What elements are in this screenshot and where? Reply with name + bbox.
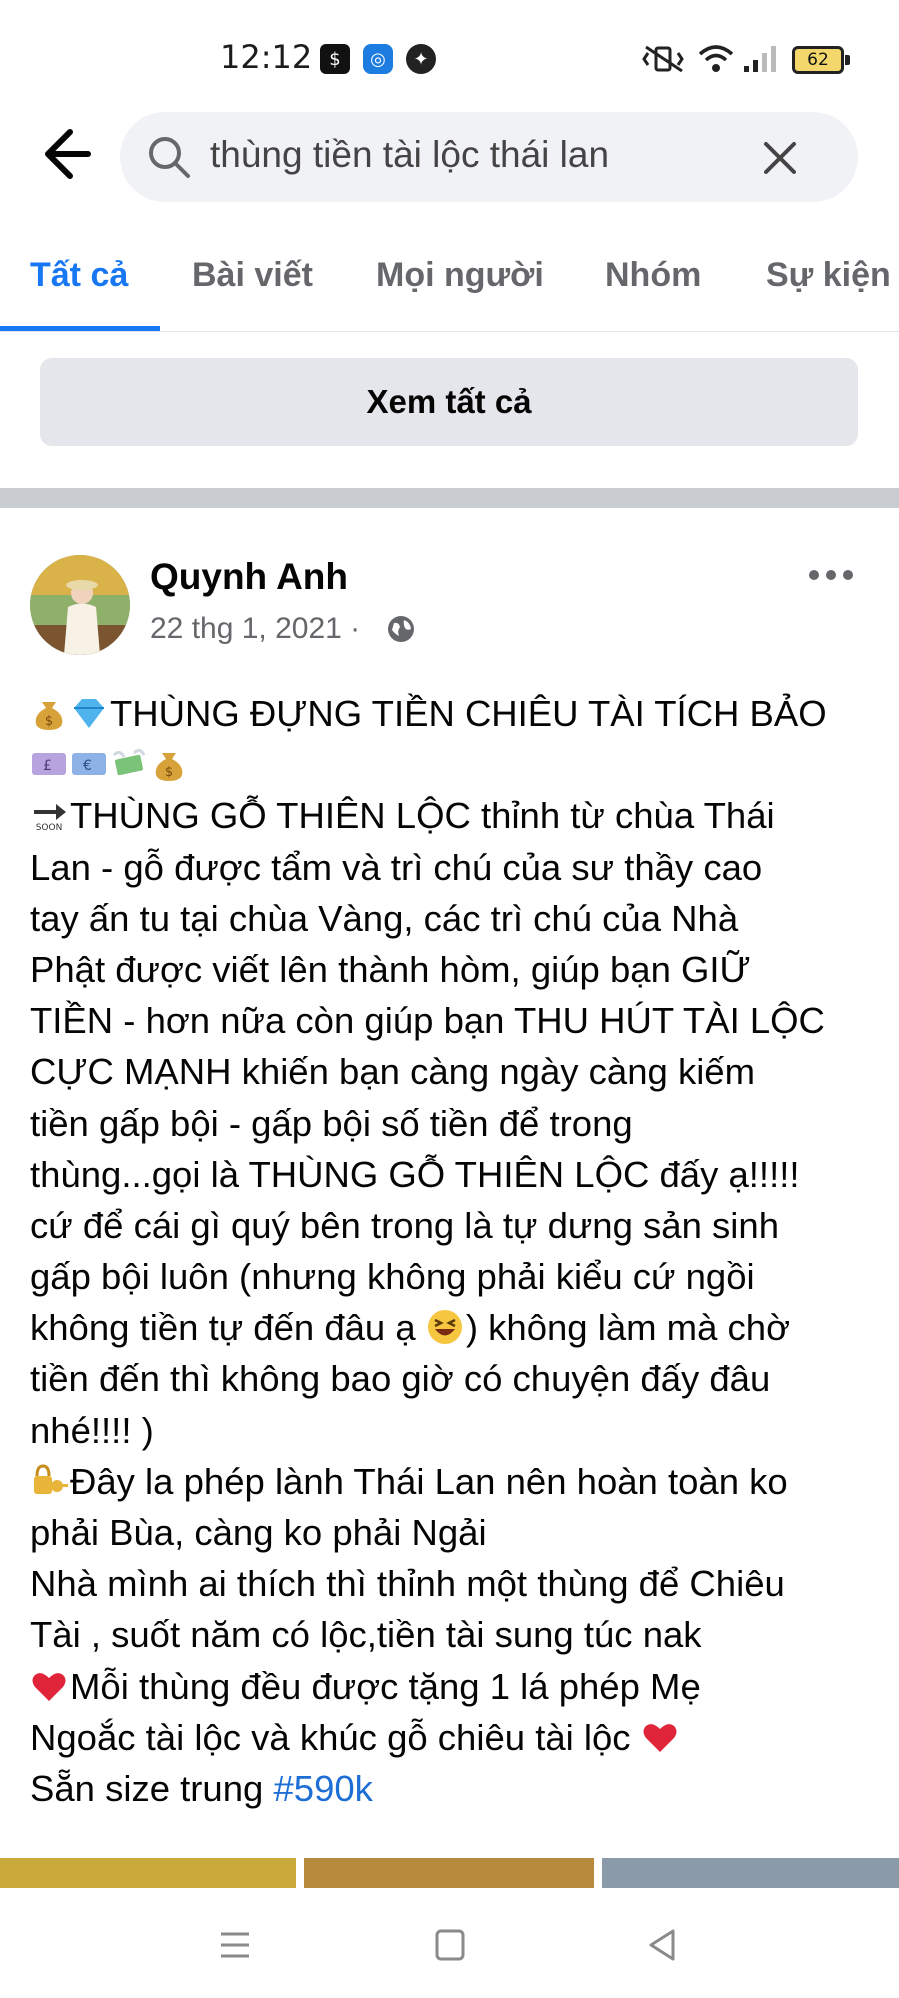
post-line: Đây la phép lành Thái Lan nên hoàn toàn …: [30, 1456, 880, 1507]
back-triangle-icon: [649, 1929, 675, 1961]
tab-groups[interactable]: Nhóm: [605, 256, 701, 295]
system-back-button[interactable]: [633, 1920, 693, 1970]
post-line: không tiền tự đến đâu ạ ) không làm mà c…: [30, 1307, 791, 1349]
back-arrow-icon: [45, 129, 91, 179]
svg-text:£: £: [43, 758, 52, 774]
money-bag-icon: $: [155, 753, 183, 782]
post-line: Sẵn size trung #590k: [30, 1767, 373, 1809]
tab-all[interactable]: Tất cả: [30, 256, 128, 295]
post-body: $ THÙNG ĐỰNG TIỀN CHIÊU TÀI TÍCH BẢO £ € $ …: [30, 688, 880, 1814]
red-heart-icon: [643, 1723, 677, 1752]
menu-icon: [221, 1932, 249, 1958]
wifi-icon: [698, 45, 734, 72]
post-line: TIỀN - hơn nữa còn giúp bạn THU HÚT TÀI …: [30, 1000, 825, 1042]
avatar-image: [30, 555, 130, 655]
battery-indicator: 62: [792, 46, 850, 74]
post-line: cứ để cái gì quý bên trong là tự dưng sả…: [30, 1204, 779, 1246]
post-line: $ THÙNG ĐỰNG TIỀN CHIÊU TÀI TÍCH BẢO: [30, 688, 880, 739]
globe-icon: [388, 616, 414, 642]
post-line: £ € $: [30, 739, 880, 790]
post-photo-2[interactable]: [304, 1858, 594, 1888]
status-time: 12:12: [220, 38, 313, 76]
svg-text:SOON: SOON: [36, 823, 63, 833]
see-all-button[interactable]: Xem tất cả: [40, 358, 858, 446]
post-line: SOON THÙNG GỖ THIÊN LỘC thỉnh từ chùa Thá…: [30, 790, 880, 841]
back-button[interactable]: [24, 118, 96, 190]
avatar[interactable]: [30, 555, 130, 655]
post-line: CỰC MẠNH khiến bạn càng ngày càng kiếm: [30, 1051, 756, 1093]
search-icon: [149, 137, 190, 178]
post-line: phải Bùa, càng ko phải Ngải: [30, 1512, 487, 1553]
vibrate-icon: [642, 45, 684, 73]
home-icon: [435, 1929, 465, 1961]
post-line: tiền đến thì không bao giờ có chuyện đấy…: [30, 1358, 771, 1400]
post-line: tiền gấp bội - gấp bội số tiền để trong: [30, 1102, 633, 1144]
home-button[interactable]: [420, 1920, 480, 1970]
tabs-divider: [0, 331, 899, 332]
gem-icon: [74, 699, 104, 728]
svg-text:€: €: [83, 758, 92, 774]
post-line: Lan - gỗ được tẩm và trì chú của sư thầy…: [30, 846, 763, 888]
key-lock-icon: [34, 1464, 68, 1494]
svg-text:$: $: [45, 714, 53, 729]
tab-events[interactable]: Sự kiện: [766, 256, 891, 295]
clear-search-button[interactable]: [750, 128, 810, 188]
tab-posts[interactable]: Bài viết: [192, 256, 313, 295]
money-with-wings-icon: [112, 749, 146, 776]
post-author-name[interactable]: Quynh Anh: [150, 556, 348, 598]
more-options-icon[interactable]: [808, 568, 854, 582]
post-line: Nhà mình ai thích thì thỉnh một thùng để…: [30, 1563, 785, 1605]
red-heart-icon: [32, 1672, 66, 1701]
soon-arrow-icon: SOON: [34, 804, 66, 833]
laughing-face-icon: [427, 1310, 462, 1345]
svg-text:$: $: [165, 765, 173, 780]
money-bag-icon: $: [35, 702, 63, 730]
section-divider: [0, 488, 899, 508]
shop-notification-icon: $: [320, 44, 350, 74]
close-icon: [764, 142, 796, 174]
post-line: gấp bội luôn (nhưng không phải kiểu cứ n…: [30, 1256, 755, 1298]
hashtag-link[interactable]: #590k: [273, 1768, 372, 1809]
app-notification-icon: ◎: [363, 44, 393, 74]
pound-banknote-icon: £: [32, 753, 66, 776]
tab-people[interactable]: Mọi người: [376, 256, 544, 295]
post-date[interactable]: 22 thg 1, 2021 ·: [150, 612, 360, 646]
search-query-text: thùng tiền tài lộc thái lan: [210, 134, 610, 175]
post-line: Ngoắc tài lộc và khúc gỗ chiêu tài lộc: [30, 1712, 880, 1763]
post-line: thùng...gọi là THÙNG GỖ THIÊN LỘC đấy ạ!…: [30, 1153, 800, 1195]
post-line: nhé!!!! ): [30, 1409, 154, 1451]
post-line: Mỗi thùng đều được tặng 1 lá phép Mẹ: [30, 1661, 880, 1712]
post-line: Tài , suốt năm có lộc,tiền tài sung túc …: [30, 1614, 702, 1656]
post-photo-1[interactable]: [0, 1858, 296, 1888]
compass-notification-icon: ✦: [406, 44, 436, 74]
post-line: tay ấn tu tại chùa Vàng, các trì chú của…: [30, 897, 739, 939]
euro-banknote-icon: €: [72, 753, 106, 776]
menu-button[interactable]: [205, 1920, 265, 1970]
post-line: Phật được viết lên thành hòm, giúp bạn G…: [30, 948, 751, 990]
post-photo-3[interactable]: [602, 1858, 899, 1888]
signal-icon: [744, 46, 776, 72]
